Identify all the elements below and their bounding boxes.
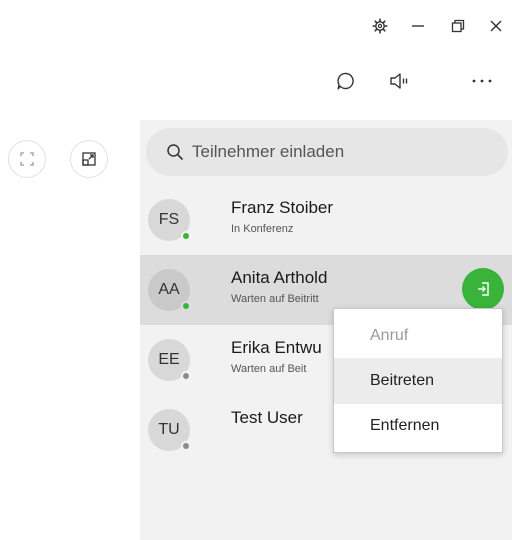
minimize-button[interactable]	[404, 12, 432, 40]
participant-name: Franz Stoiber	[231, 198, 334, 217]
more-dots-icon	[471, 78, 493, 84]
speaker-button[interactable]	[383, 64, 417, 98]
participant-status: Warten auf Beitritt	[231, 293, 319, 305]
presence-dot	[181, 371, 191, 381]
presence-dot	[181, 441, 191, 451]
presence-dot	[181, 301, 191, 311]
popout-button[interactable]	[70, 140, 108, 178]
search-icon	[166, 143, 184, 161]
fullscreen-icon	[19, 151, 35, 167]
close-button[interactable]	[482, 12, 510, 40]
menu-item-remove[interactable]: Entfernen	[334, 403, 502, 449]
more-options-button[interactable]	[465, 64, 499, 98]
minimize-icon	[411, 19, 425, 33]
participant-name: Erika Entwu	[231, 338, 322, 357]
participant-name: Test User	[231, 408, 303, 427]
fullscreen-button[interactable]	[8, 140, 46, 178]
join-call-button[interactable]	[462, 268, 504, 310]
participant-context-menu: Anruf Beitreten Entfernen	[333, 308, 503, 453]
participant-status: In Konferenz	[231, 223, 294, 235]
gear-icon	[372, 18, 388, 34]
menu-item-join[interactable]: Beitreten	[334, 358, 502, 404]
invite-participant-input[interactable]	[192, 142, 492, 162]
menu-item-call: Anruf	[370, 327, 409, 344]
door-enter-icon	[475, 281, 491, 297]
chat-button[interactable]	[329, 64, 363, 98]
participant-row[interactable]: FS Franz Stoiber In Konferenz	[140, 185, 512, 255]
settings-gear-button[interactable]	[366, 12, 394, 40]
speaker-icon	[389, 71, 411, 91]
restore-icon	[451, 19, 465, 33]
left-pane	[0, 120, 140, 540]
restore-button[interactable]	[444, 12, 472, 40]
participant-status: Warten auf Beit	[231, 363, 307, 375]
invite-search-box[interactable]	[146, 128, 508, 176]
chat-bubble-icon	[336, 71, 356, 91]
close-icon	[489, 19, 503, 33]
popout-icon	[81, 151, 97, 167]
presence-dot	[181, 231, 191, 241]
participant-name: Anita Arthold	[231, 268, 328, 287]
